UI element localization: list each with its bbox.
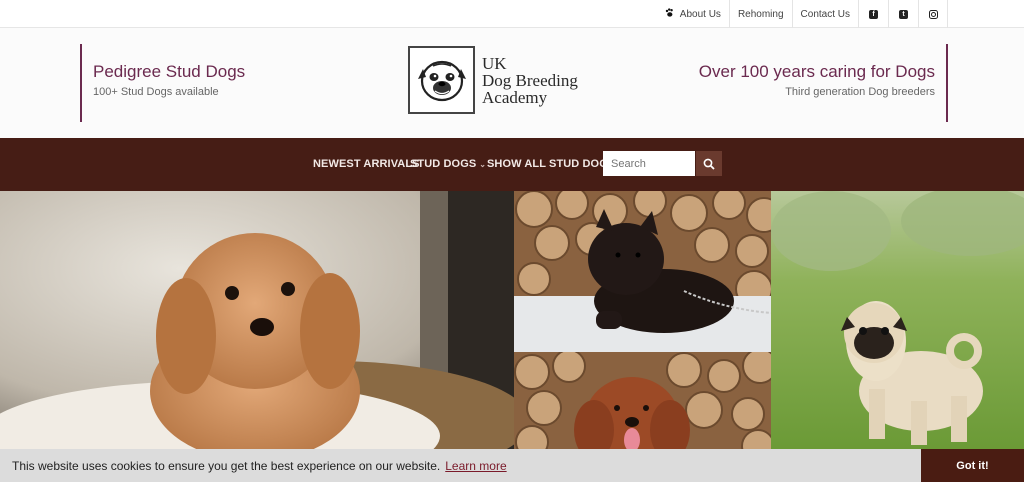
nav-stud-dogs-label: STUD DOGS bbox=[410, 158, 477, 170]
nav-show-all-stud-dogs[interactable]: SHOW ALL STUD DOGS bbox=[487, 158, 615, 170]
pug-in-grass-photo bbox=[771, 191, 1024, 449]
cookie-accept-button[interactable]: Got it! bbox=[921, 449, 1024, 482]
twitter-icon: t bbox=[899, 9, 908, 19]
nav-stud-dogs[interactable]: STUD DOGS ⌄ bbox=[410, 158, 486, 170]
top-links: About Us Rehoming Contact Us f t bbox=[657, 0, 948, 28]
instagram-link[interactable] bbox=[918, 0, 948, 28]
instagram-icon bbox=[928, 9, 938, 19]
search-button[interactable] bbox=[696, 151, 722, 176]
contact-us-link[interactable]: Contact Us bbox=[791, 0, 858, 28]
nav-newest-arrivals[interactable]: NEWEST ARRIVALS bbox=[313, 158, 420, 170]
chevron-down-icon: ⌄ bbox=[479, 160, 487, 169]
facebook-link[interactable]: f bbox=[858, 0, 888, 28]
toy-poodle-puppy-photo bbox=[0, 191, 514, 449]
twitter-link[interactable]: t bbox=[888, 0, 918, 28]
cookie-message-text: This website uses cookies to ensure you … bbox=[12, 459, 441, 473]
cookie-consent-bar: This website uses cookies to ensure you … bbox=[0, 449, 1024, 482]
search-input[interactable] bbox=[603, 151, 695, 176]
left-title: Pedigree Stud Dogs bbox=[93, 62, 246, 81]
learn-more-link[interactable]: Learn more bbox=[445, 459, 506, 473]
site-logo[interactable]: UK Dog Breeding Academy bbox=[408, 46, 578, 114]
logo-line-1: UK bbox=[482, 53, 507, 73]
paw-icon bbox=[665, 7, 675, 21]
right-subtitle: Third generation Dog breeders bbox=[785, 86, 935, 98]
logo-line-2: Dog Breeding bbox=[482, 70, 578, 90]
red-cockapoo-photo bbox=[514, 352, 771, 449]
black-pomeranian-photo bbox=[514, 191, 771, 352]
search-icon bbox=[703, 158, 715, 170]
right-title: Over 100 years caring for Dogs bbox=[698, 62, 935, 81]
about-us-link[interactable]: About Us bbox=[657, 0, 729, 28]
rehoming-link[interactable]: Rehoming bbox=[728, 0, 792, 28]
about-us-label: About Us bbox=[679, 8, 721, 20]
logo-line-3: Academy bbox=[482, 87, 548, 107]
facebook-icon: f bbox=[869, 9, 878, 19]
main-navigation: NEWEST ARRIVALS STUD DOGS ⌄ SHOW ALL STUD… bbox=[0, 138, 1024, 191]
contact-us-label: Contact Us bbox=[800, 8, 850, 20]
cookie-message: This website uses cookies to ensure you … bbox=[12, 459, 507, 473]
header-right-block: Over 100 years caring for Dogs Third gen… bbox=[699, 44, 948, 122]
logo-text: UK Dog Breeding Academy bbox=[482, 55, 578, 106]
left-subtitle: 100+ Stud Dogs available bbox=[93, 86, 219, 98]
rehoming-label: Rehoming bbox=[737, 8, 784, 20]
pug-logo-icon bbox=[408, 46, 475, 114]
top-utility-bar: About Us Rehoming Contact Us f t bbox=[0, 0, 1024, 28]
header-left-block: Pedigree Stud Dogs 100+ Stud Dogs availa… bbox=[80, 44, 245, 122]
site-header: Pedigree Stud Dogs 100+ Stud Dogs availa… bbox=[0, 28, 1024, 138]
